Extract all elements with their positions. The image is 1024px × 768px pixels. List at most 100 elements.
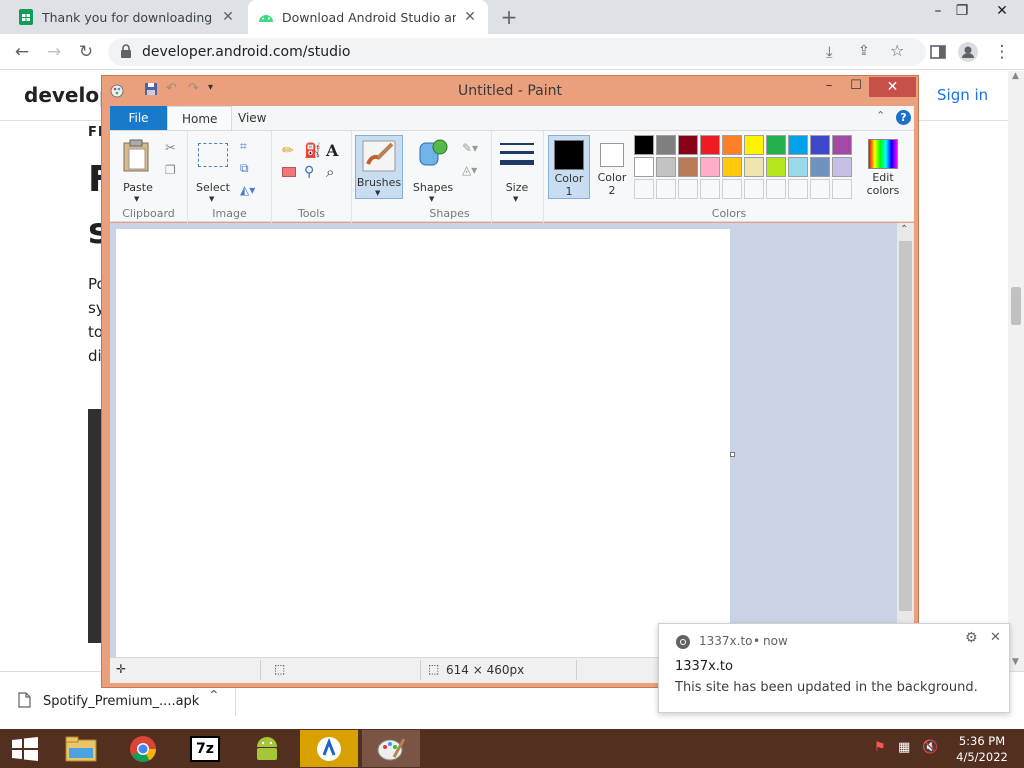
paint-minimize-icon[interactable]: – [816,78,842,96]
paint-close-button[interactable]: ✕ [869,77,916,97]
custom-color-slot[interactable] [788,179,808,199]
settings-gear-icon[interactable]: ⚙ [965,630,978,646]
select-dropdown-icon[interactable]: ▼ [209,195,214,203]
color-swatch[interactable] [722,135,742,155]
close-tab-icon[interactable]: ✕ [462,9,478,25]
color-swatch[interactable] [634,157,654,177]
copy-icon[interactable]: ❐ [165,163,176,177]
color2-button[interactable]: Color 2 [592,135,634,199]
scroll-up-icon[interactable]: ⌃ [900,224,908,235]
profile-avatar[interactable] [956,40,980,64]
chevron-up-icon[interactable]: ⌃ [208,688,220,704]
fill-icon[interactable]: ◬▾ [462,163,477,177]
pencil-icon[interactable]: ✏ [282,143,294,159]
7zip-taskbar-icon[interactable]: 7z [176,730,234,767]
color-swatch[interactable] [656,135,676,155]
canvas-scrollbar[interactable]: ⌃ [897,223,914,657]
new-tab-button[interactable]: + [498,6,520,28]
back-button[interactable]: ← [10,40,34,64]
custom-color-slot[interactable] [634,179,654,199]
help-icon[interactable]: ? [896,110,911,125]
paste-icon[interactable] [122,139,152,176]
text-tool-icon[interactable]: A [326,141,338,160]
color-swatch[interactable] [722,157,742,177]
color1-button[interactable]: Color 1 [548,135,590,199]
action-center-flag-icon[interactable]: ⚑ [874,740,886,755]
scroll-up-icon[interactable]: ▲ [1012,71,1019,81]
size-dropdown-icon[interactable]: ▼ [513,195,518,203]
scroll-down-icon[interactable]: ▼ [1012,657,1019,667]
drawing-canvas[interactable] [116,229,730,657]
color-swatch[interactable] [788,135,808,155]
file-explorer-taskbar-icon[interactable] [52,730,110,767]
brushes-button[interactable]: Brushes ▼ [355,135,403,199]
sign-in-link[interactable]: Sign in [937,86,988,104]
select-icon[interactable] [198,143,228,167]
shapes-dropdown-icon[interactable]: ▼ [429,195,434,203]
download-item[interactable]: Spotify_Premium_....apk ⌃ [18,686,236,716]
custom-color-slot[interactable] [832,179,852,199]
cut-icon[interactable]: ✂ [165,141,176,156]
paint-taskbar-icon[interactable] [362,730,420,767]
custom-color-slot[interactable] [810,179,830,199]
menu-dots-icon[interactable]: ⋮ [990,40,1014,64]
tab-view[interactable]: View [224,106,280,130]
install-app-icon[interactable]: ⤓ [826,43,833,61]
color-picker-icon[interactable]: ⚲ [304,164,314,180]
edit-colors-button[interactable]: Edit colors [860,135,908,199]
address-bar[interactable]: developer.android.com/studio ⤓ ⇪ ☆ [108,38,926,66]
chrome-taskbar-icon[interactable] [114,730,172,767]
reload-button[interactable]: ↻ [74,40,98,64]
custom-color-slot[interactable] [700,179,720,199]
resize-icon[interactable]: ⧉ [240,161,249,176]
page-scrollbar[interactable]: ▲ ▼ [1008,71,1024,671]
shapes-label[interactable]: Shapes [408,181,458,194]
color-swatch[interactable] [656,157,676,177]
color-swatch[interactable] [766,135,786,155]
canvas-scrollbar-thumb[interactable] [899,241,912,611]
custom-color-slot[interactable] [722,179,742,199]
custom-color-slot[interactable] [656,179,676,199]
taskbar-clock[interactable]: 5:36 PM 4/5/2022 [954,733,1010,765]
fill-bucket-icon[interactable]: ⛽ [304,143,321,159]
size-label[interactable]: Size [492,181,542,194]
color-swatch[interactable] [678,135,698,155]
chrome-notification[interactable]: 1337x.to • now ⚙ ✕ 1337x.to This site ha… [658,623,1010,713]
color-swatch[interactable] [700,135,720,155]
installer-taskbar-icon[interactable] [300,730,358,767]
paste-dropdown-icon[interactable]: ▼ [134,195,139,203]
color-swatch[interactable] [810,157,830,177]
color-swatch[interactable] [744,135,764,155]
crop-icon[interactable]: ⌗ [240,139,247,154]
color-swatch[interactable] [766,157,786,177]
paint-titlebar[interactable]: ↶ ↷ ▾ Untitled - Paint – ☐ ✕ [102,76,918,106]
outline-icon[interactable]: ✎▾ [462,141,478,155]
custom-color-slot[interactable] [678,179,698,199]
color-swatch[interactable] [832,157,852,177]
shapes-icon[interactable] [416,137,450,172]
color-swatch[interactable] [810,135,830,155]
notification-close-icon[interactable]: ✕ [990,630,1001,645]
restore-window-icon[interactable]: ❐ [946,0,978,22]
color-swatch[interactable] [678,157,698,177]
side-panel-icon[interactable] [926,40,950,64]
rotate-icon[interactable]: ◭▾ [240,183,255,197]
collapse-ribbon-icon[interactable]: ⌃ [876,109,885,122]
paint-maximize-icon[interactable]: ☐ [843,78,869,96]
tab-thank-you-apk[interactable]: Thank you for downloading APK ✕ [8,0,246,34]
tab-home[interactable]: Home [167,106,233,130]
color-swatch[interactable] [832,135,852,155]
color-swatch[interactable] [700,157,720,177]
magnifier-icon[interactable]: ⌕ [326,163,334,181]
network-icon[interactable]: ▦ [898,740,910,755]
close-window-icon[interactable]: ✕ [986,0,1018,22]
android-studio-taskbar-icon[interactable] [238,730,296,767]
forward-button[interactable]: → [42,40,66,64]
color-swatch[interactable] [788,157,808,177]
color-swatch[interactable] [634,135,654,155]
paste-label[interactable]: Paste [110,181,166,194]
custom-color-slot[interactable] [766,179,786,199]
canvas-resize-handle[interactable] [730,452,735,457]
size-icon[interactable] [500,141,534,172]
close-tab-icon[interactable]: ✕ [220,9,236,25]
